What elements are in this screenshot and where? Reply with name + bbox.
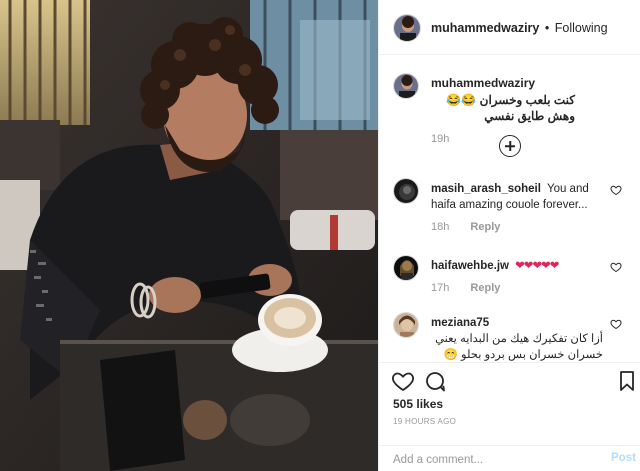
post-timestamp[interactable]: 19 HOURS AGO — [393, 417, 456, 426]
comment-text-block: masih_arash_soheil You and haifa amazing… — [431, 181, 603, 213]
comment-text: ❤❤❤❤❤ — [515, 260, 559, 272]
avatar-image — [394, 179, 418, 203]
avatar-image — [394, 74, 418, 98]
load-more-comments-button[interactable] — [499, 135, 521, 157]
caption-username[interactable]: muhammedwaziry — [431, 76, 535, 90]
avatar-image — [394, 15, 420, 41]
comment-meta: 18h Reply — [431, 221, 500, 233]
caption-time[interactable]: 19h — [431, 133, 449, 145]
add-comment-bar: Post — [379, 445, 640, 471]
comment-username[interactable]: masih_arash_soheil — [431, 183, 541, 195]
avatar[interactable] — [393, 14, 421, 42]
like-comment-heart-icon[interactable] — [610, 184, 622, 196]
comment-text-block: meziana75 أزا كان تفكيرك هيك من البدايه … — [431, 315, 603, 362]
bookmark-icon[interactable] — [615, 369, 639, 393]
header-separator: • — [544, 21, 550, 35]
post-comment-button[interactable]: Post — [611, 452, 636, 464]
post-actions: 505 likes 19 HOURS AGO Post — [379, 362, 640, 471]
comment-time[interactable]: 17h — [431, 282, 449, 294]
following-button[interactable]: Following — [555, 21, 608, 35]
comment-input[interactable] — [393, 452, 593, 468]
post-photo[interactable] — [0, 0, 378, 471]
likes-count[interactable]: 505 likes — [393, 397, 443, 411]
avatar[interactable] — [393, 255, 419, 281]
reply-button[interactable]: Reply — [470, 282, 500, 294]
header-username[interactable]: muhammedwaziry — [431, 21, 539, 35]
header-text: muhammedwaziry • Following — [431, 20, 608, 36]
comment-text-block: haifawehbe.jw ❤❤❤❤❤ — [431, 258, 603, 274]
avatar[interactable] — [393, 178, 419, 204]
reply-button[interactable]: Reply — [470, 221, 500, 233]
avatar-image — [394, 313, 418, 337]
like-comment-heart-icon[interactable] — [610, 318, 622, 330]
post-header: muhammedwaziry • Following — [379, 0, 640, 55]
comment-time[interactable]: 18h — [431, 221, 449, 233]
post-side-panel: muhammedwaziry • Following muhammedwazir… — [378, 0, 640, 471]
comment-username[interactable]: meziana75 — [431, 317, 489, 329]
comments-list[interactable]: muhammedwaziry كنت بلعب وخسران 😂😂 وهش طا… — [379, 55, 640, 362]
caption-text: كنت بلعب وخسران 😂😂 وهش طايق نفسي — [446, 93, 575, 123]
post-photo-art — [0, 0, 378, 471]
comment-meta: 17h Reply — [431, 282, 500, 294]
avatar[interactable] — [393, 73, 419, 99]
like-heart-icon[interactable] — [391, 369, 415, 393]
like-comment-heart-icon[interactable] — [610, 261, 622, 273]
avatar-image — [394, 256, 418, 280]
comment-username[interactable]: haifawehbe.jw — [431, 260, 509, 272]
avatar[interactable] — [393, 312, 419, 338]
comment-bubble-icon[interactable] — [423, 369, 447, 393]
comment-text: أزا كان تفكيرك هيك من البدايه يعني خسران… — [435, 333, 603, 361]
